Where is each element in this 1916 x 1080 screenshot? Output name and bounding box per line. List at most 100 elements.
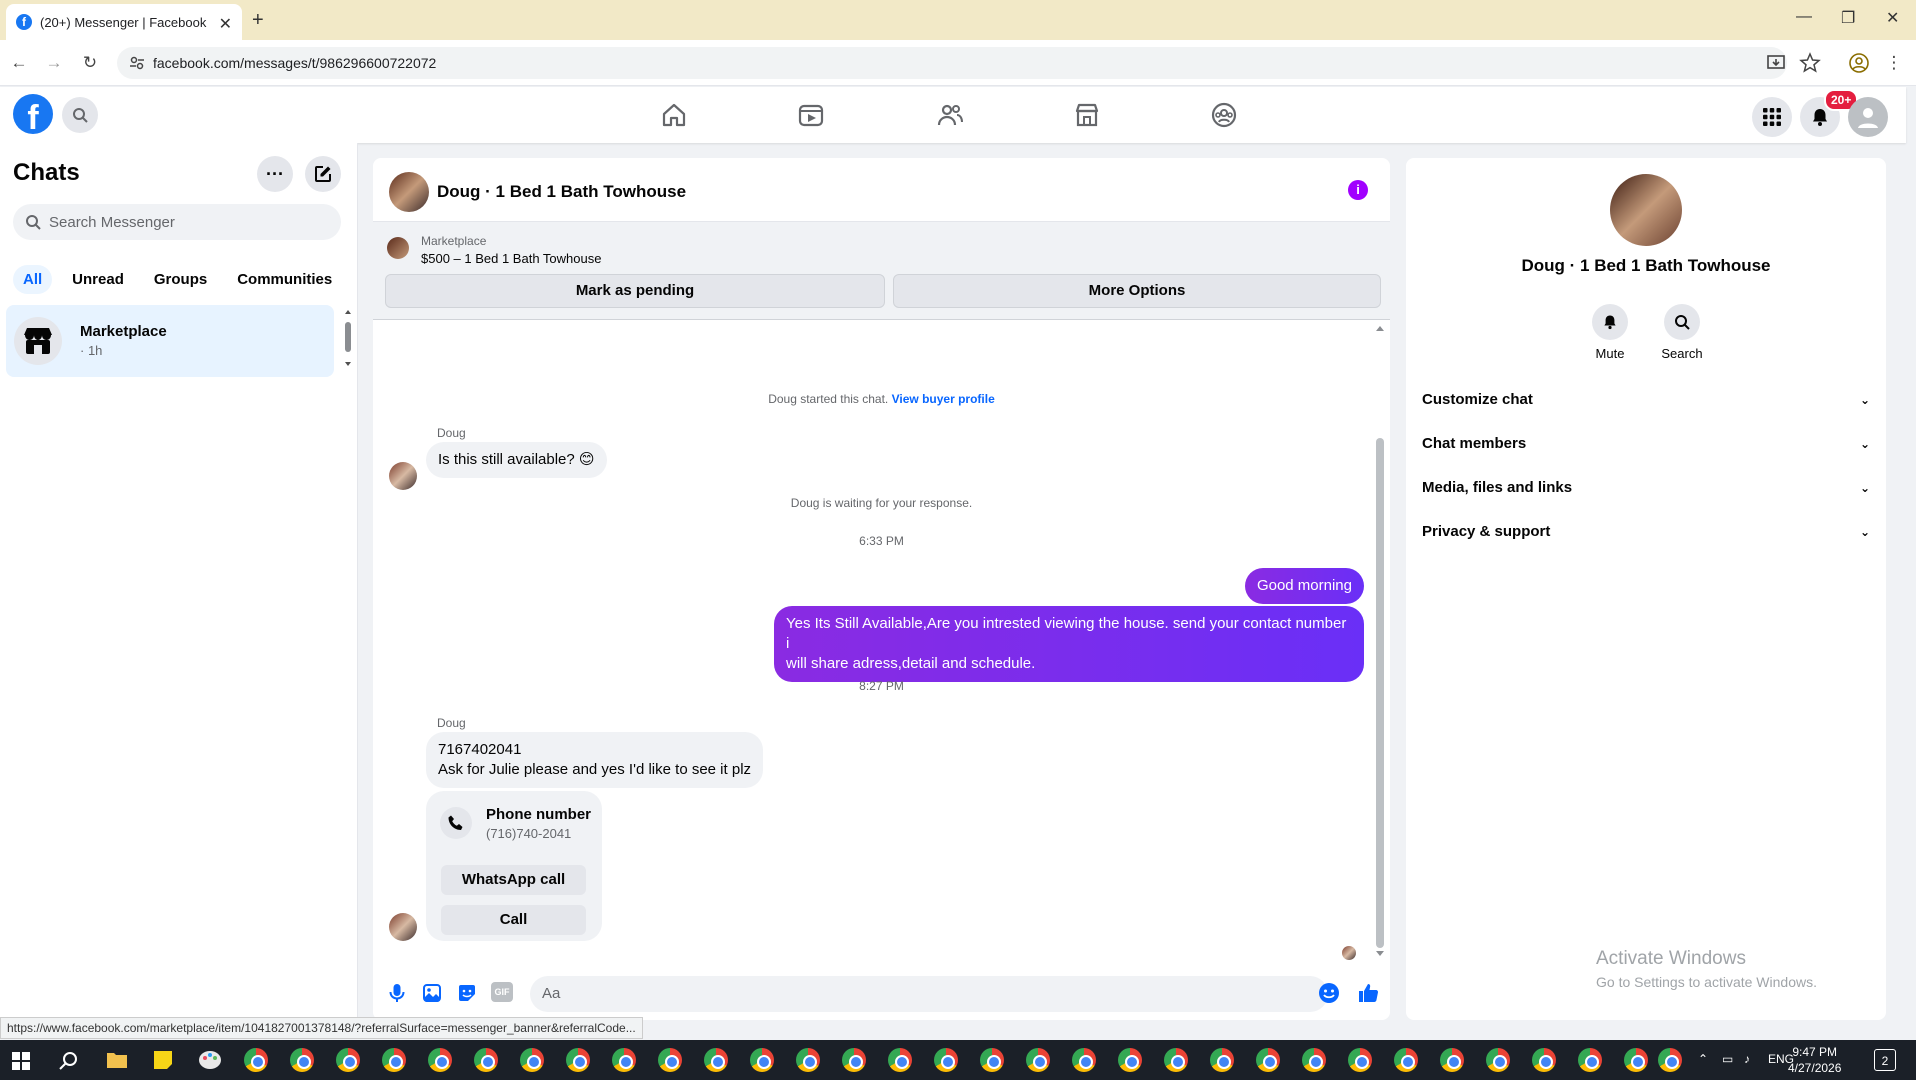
chrome-taskbar-icon[interactable]: [750, 1048, 774, 1072]
chrome-taskbar-icon[interactable]: [244, 1048, 268, 1072]
site-info-icon[interactable]: [129, 55, 145, 71]
chrome-taskbar-icon[interactable]: [1164, 1048, 1188, 1072]
install-app-icon[interactable]: [1765, 52, 1787, 74]
chrome-taskbar-icon[interactable]: [382, 1048, 406, 1072]
chrome-taskbar-icon[interactable]: [1486, 1048, 1510, 1072]
contact-profile-photo[interactable]: [1610, 174, 1682, 246]
info-icon[interactable]: i: [1348, 180, 1368, 200]
sender-avatar[interactable]: [389, 913, 417, 941]
video-icon[interactable]: [797, 101, 825, 129]
call-button[interactable]: Call: [441, 905, 586, 935]
incoming-message[interactable]: Is this still available? 😊: [426, 442, 607, 478]
back-icon[interactable]: ←: [8, 52, 30, 74]
contact-avatar[interactable]: [389, 172, 429, 212]
notification-center-icon[interactable]: 2: [1874, 1049, 1896, 1071]
tab-all[interactable]: All: [13, 265, 53, 294]
listing-title[interactable]: $500 – 1 Bed 1 Bath Towhouse: [421, 251, 601, 266]
chrome-taskbar-icon[interactable]: [612, 1048, 636, 1072]
groups-icon[interactable]: [1210, 101, 1238, 129]
chrome-taskbar-icon[interactable]: [474, 1048, 498, 1072]
microphone-icon[interactable]: [386, 982, 408, 1004]
chrome-taskbar-icon[interactable]: [1658, 1048, 1682, 1072]
chrome-taskbar-icon[interactable]: [1072, 1048, 1096, 1072]
address-bar[interactable]: facebook.com/messages/t/986296600722072: [117, 47, 1787, 79]
chrome-taskbar-icon[interactable]: [888, 1048, 912, 1072]
facebook-logo[interactable]: f: [13, 94, 53, 134]
photo-icon[interactable]: [421, 982, 443, 1004]
bookmark-star-icon[interactable]: [1799, 52, 1821, 74]
tab-groups[interactable]: Groups: [144, 265, 217, 294]
search-button[interactable]: [62, 97, 98, 133]
listing-thumbnail[interactable]: [387, 237, 409, 259]
chrome-taskbar-icon[interactable]: [1210, 1048, 1234, 1072]
chat-list-item[interactable]: Marketplace · 1h: [6, 305, 334, 377]
incoming-message[interactable]: 7167402041 Ask for Julie please and yes …: [426, 732, 764, 788]
chat-list-scrollbar[interactable]: [344, 308, 352, 368]
chrome-taskbar-icon[interactable]: [1394, 1048, 1418, 1072]
chrome-taskbar-icon[interactable]: [1118, 1048, 1142, 1072]
more-options-button[interactable]: More Options: [893, 274, 1381, 308]
minimize-icon[interactable]: —: [1796, 8, 1812, 26]
home-icon[interactable]: [660, 101, 688, 129]
marketplace-icon[interactable]: [1073, 101, 1101, 129]
browser-menu-icon[interactable]: ⋮: [1883, 52, 1905, 74]
tab-unread[interactable]: Unread: [62, 265, 134, 294]
mark-pending-button[interactable]: Mark as pending: [385, 274, 885, 308]
mute-action[interactable]: Mute: [1580, 304, 1640, 361]
chrome-taskbar-icon[interactable]: [566, 1048, 590, 1072]
tab-communities[interactable]: Communities: [227, 265, 342, 294]
message-input[interactable]: Aa: [530, 976, 1328, 1012]
scroll-down-icon[interactable]: [1375, 948, 1385, 958]
chrome-taskbar-icon[interactable]: [796, 1048, 820, 1072]
chrome-taskbar-icon[interactable]: [1256, 1048, 1280, 1072]
sender-avatar[interactable]: [389, 462, 417, 490]
forward-icon[interactable]: →: [43, 52, 65, 74]
menu-button[interactable]: [1752, 97, 1792, 137]
search-in-chat-action[interactable]: Search: [1652, 304, 1712, 361]
thumbs-up-icon[interactable]: [1357, 982, 1379, 1004]
chrome-taskbar-icon[interactable]: [1624, 1048, 1648, 1072]
whatsapp-call-button[interactable]: WhatsApp call: [441, 865, 586, 895]
conversation-scrollbar[interactable]: [1376, 438, 1384, 948]
chrome-taskbar-icon[interactable]: [290, 1048, 314, 1072]
scroll-up-icon[interactable]: [1375, 324, 1385, 334]
chrome-taskbar-icon[interactable]: [934, 1048, 958, 1072]
chrome-taskbar-icon[interactable]: [428, 1048, 452, 1072]
chrome-taskbar-icon[interactable]: [842, 1048, 866, 1072]
chrome-taskbar-icon[interactable]: [1026, 1048, 1050, 1072]
messenger-search-input[interactable]: Search Messenger: [13, 204, 341, 240]
account-avatar[interactable]: [1848, 97, 1888, 137]
reload-icon[interactable]: ↻: [79, 52, 101, 74]
new-tab-button[interactable]: +: [252, 9, 264, 32]
chrome-taskbar-icon[interactable]: [704, 1048, 728, 1072]
chrome-taskbar-icon[interactable]: [1348, 1048, 1372, 1072]
chrome-taskbar-icon[interactable]: [1440, 1048, 1464, 1072]
view-buyer-profile-link[interactable]: View buyer profile: [892, 392, 995, 406]
clock[interactable]: 9:47 PM 4/27/2026: [1788, 1044, 1841, 1076]
privacy-support-row[interactable]: Privacy & support ⌄: [1422, 514, 1870, 550]
taskbar-search-icon[interactable]: [58, 1050, 80, 1072]
media-files-links-row[interactable]: Media, files and links ⌄: [1422, 470, 1870, 506]
gif-icon[interactable]: GIF: [491, 982, 513, 1002]
volume-icon[interactable]: ♪: [1744, 1052, 1750, 1066]
file-explorer-icon[interactable]: [106, 1050, 128, 1070]
tray-chevron-icon[interactable]: ⌃: [1698, 1052, 1708, 1066]
restore-icon[interactable]: ❐: [1841, 8, 1855, 28]
chrome-taskbar-icon[interactable]: [336, 1048, 360, 1072]
sticky-notes-icon[interactable]: [152, 1049, 174, 1071]
chrome-taskbar-icon[interactable]: [980, 1048, 1004, 1072]
chrome-taskbar-icon[interactable]: [520, 1048, 544, 1072]
browser-tab[interactable]: f (20+) Messenger | Facebook ✕: [6, 4, 242, 40]
chrome-taskbar-icon[interactable]: [1532, 1048, 1556, 1072]
chat-members-row[interactable]: Chat members ⌄: [1422, 426, 1870, 462]
tab-close-icon[interactable]: ✕: [219, 14, 232, 34]
window-close-icon[interactable]: ✕: [1886, 8, 1899, 28]
network-icon[interactable]: ▭: [1722, 1052, 1733, 1066]
paint-icon[interactable]: [198, 1049, 222, 1071]
contact-name[interactable]: Doug · 1 Bed 1 Bath Towhouse: [437, 182, 686, 202]
chrome-taskbar-icon[interactable]: [1302, 1048, 1326, 1072]
chat-options-button[interactable]: ···: [257, 156, 293, 192]
chrome-taskbar-icon[interactable]: [1578, 1048, 1602, 1072]
outgoing-message[interactable]: Good morning: [1244, 568, 1364, 604]
outgoing-message[interactable]: Yes Its Still Available,Are you intreste…: [774, 606, 1364, 682]
